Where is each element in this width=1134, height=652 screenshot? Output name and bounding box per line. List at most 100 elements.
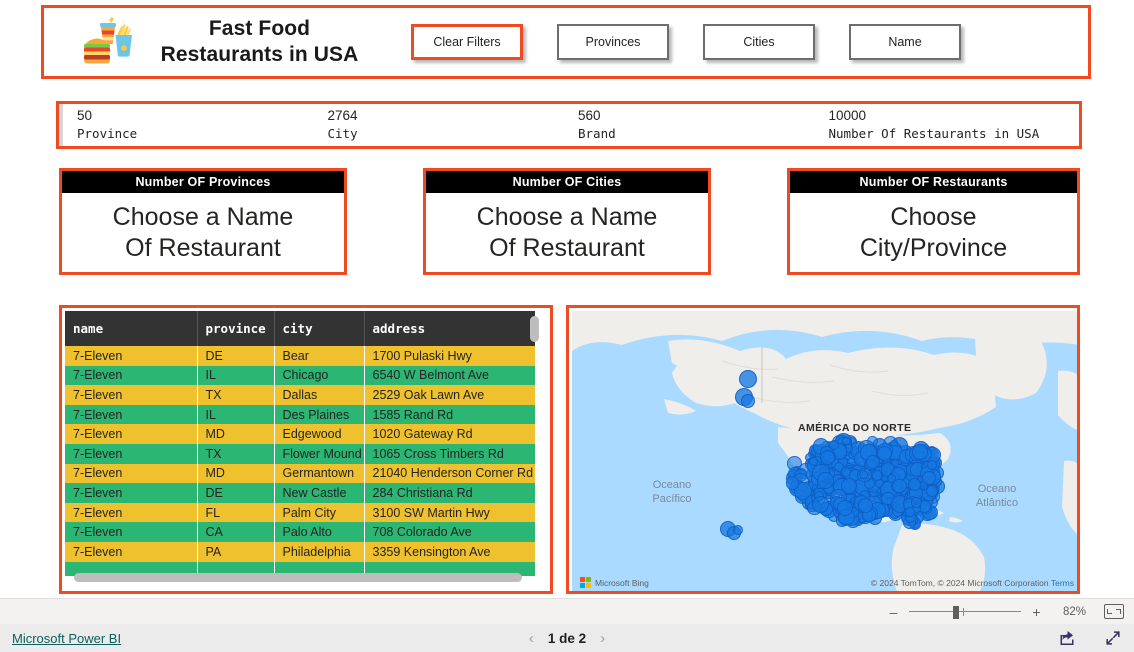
- column-header-address[interactable]: address: [364, 311, 535, 346]
- zoom-toolbar: – + 82%: [0, 598, 1134, 624]
- column-header-province[interactable]: province: [197, 311, 275, 346]
- table-cell-province: CA: [197, 522, 275, 542]
- table-cell-address: 284 Christiana Rd: [364, 483, 535, 503]
- restaurants-table: name province city address 7-Eleven DE Bea…: [65, 311, 535, 576]
- card-2-body: Choose a Name Of Restaurant: [426, 193, 708, 272]
- map-bubble[interactable]: [816, 472, 834, 489]
- map-bubble[interactable]: [811, 495, 830, 513]
- table-row[interactable]: 7-Eleven CA Palo Alto 708 Colorado Ave: [65, 522, 535, 542]
- card-1-body: Choose a Name Of Restaurant: [62, 193, 344, 272]
- ocean-atlantic-label: Oceano Atlântico: [954, 483, 1040, 511]
- table-header-row: name province city address: [65, 311, 535, 346]
- power-bi-report-viewer: Fast Food Restaurants in USA Clear Filte…: [0, 0, 1134, 652]
- map-bubble[interactable]: [741, 394, 755, 408]
- table-cell-name: 7-Eleven: [65, 424, 198, 444]
- table-horizontal-scroll-thumb[interactable]: [74, 573, 522, 582]
- table-vertical-scrollbar[interactable]: [530, 316, 539, 571]
- table-cell-city: Germantown: [274, 463, 365, 484]
- table-cell-name: 7-Eleven: [65, 404, 198, 425]
- table-vertical-scroll-thumb[interactable]: [530, 316, 539, 342]
- kpi-restaurants-label: Number Of Restaurants in USA: [828, 125, 1040, 141]
- map-bubble[interactable]: [819, 450, 835, 465]
- map-bubble[interactable]: [837, 499, 854, 516]
- card-number-of-provinces[interactable]: Number OF Provinces Choose a Name Of Res…: [59, 168, 347, 275]
- chevron-right-icon[interactable]: ›: [600, 630, 605, 647]
- chevron-left-icon[interactable]: ‹: [529, 630, 534, 647]
- table-row[interactable]: 7-Eleven DE New Castle 284 Christiana Rd: [65, 483, 535, 503]
- map-attribution: © 2024 TomTom, © 2024 Microsoft Corporat…: [871, 578, 1074, 588]
- table-row[interactable]: 7-Eleven TX Dallas 2529 Oak Lawn Ave: [65, 385, 535, 405]
- table-horizontal-scrollbar[interactable]: [74, 573, 522, 582]
- table-cell-name: 7-Eleven: [65, 522, 198, 542]
- name-button[interactable]: Name: [849, 24, 961, 60]
- card-number-of-cities[interactable]: Number OF Cities Choose a Name Of Restau…: [423, 168, 711, 275]
- provinces-button[interactable]: Provinces: [557, 24, 669, 60]
- bing-map[interactable]: Oceano Pacífico Oceano Atlântico AMÉRICA…: [572, 311, 1077, 591]
- table-cell-address: 1020 Gateway Rd: [364, 424, 535, 444]
- map-bubble[interactable]: [785, 475, 800, 490]
- zoom-slider[interactable]: [909, 605, 1021, 619]
- table-row[interactable]: 7-Eleven FL Palm City 3100 SW Martin Hwy: [65, 502, 535, 523]
- ocean-atlantic-line-2: Atlântico: [975, 496, 1019, 509]
- clear-filters-button[interactable]: Clear Filters: [411, 24, 523, 60]
- page-indicator-label: 1 de 2: [547, 630, 587, 646]
- table-cell-province: DE: [197, 483, 275, 503]
- card-number-of-restaurants[interactable]: Number OF Restaurants Choose City/Provin…: [787, 168, 1080, 275]
- table-row[interactable]: 7-Eleven DE Bear 1700 Pulaski Hwy: [65, 346, 535, 366]
- map-bubble[interactable]: [859, 469, 868, 479]
- kpi-city: 2764 City: [328, 107, 579, 142]
- column-header-name[interactable]: name: [65, 311, 198, 346]
- fullscreen-icon[interactable]: [1104, 629, 1122, 647]
- continent-label: AMÉRICA DO NORTE: [798, 422, 912, 434]
- restaurants-map-panel[interactable]: Oceano Pacífico Oceano Atlântico AMÉRICA…: [566, 305, 1080, 594]
- report-header: Fast Food Restaurants in USA Clear Filte…: [41, 5, 1091, 79]
- kpi-province-label: Province: [77, 125, 138, 141]
- table-row[interactable]: 7-Eleven IL Chicago 6540 W Belmont Ave: [65, 365, 535, 386]
- map-bubble[interactable]: [733, 525, 743, 535]
- fit-to-page-icon[interactable]: [1104, 604, 1124, 619]
- kpi-province-value: 50: [77, 108, 93, 124]
- table-row[interactable]: 7-Eleven PA Philadelphia 3359 Kensington Av…: [65, 541, 535, 562]
- table-cell-address: 1700 Pulaski Hwy: [364, 346, 535, 366]
- table-cell-name: 7-Eleven: [65, 502, 198, 523]
- table-row[interactable]: 7-Eleven IL Des Plaines 1585 Rand Rd: [65, 404, 535, 425]
- table-row[interactable]: 7-Eleven TX Flower Mound 1065 Cross Timbers…: [65, 443, 535, 464]
- table-row[interactable]: 7-Eleven MD Germantown 21040 Henderson Corn…: [65, 463, 535, 484]
- kpi-province: 50 Province: [77, 107, 328, 142]
- map-bubble[interactable]: [911, 497, 922, 508]
- zoom-percent-label: 82%: [1062, 605, 1086, 618]
- zoom-slider-thumb[interactable]: [953, 605, 959, 619]
- page-title-line-2: Restaurants in USA: [160, 43, 359, 66]
- restaurants-table-panel[interactable]: name province city address 7-Eleven DE Bea…: [59, 305, 553, 594]
- zoom-out-button[interactable]: –: [886, 604, 901, 620]
- ocean-pacific-label: Oceano Pacífico: [634, 479, 710, 507]
- microsoft-power-bi-link[interactable]: Microsoft Power BI: [12, 631, 121, 646]
- table-cell-address: 21040 Henderson Corner Rd: [364, 463, 535, 484]
- table-cell-province: IL: [197, 404, 275, 425]
- table-cell-province: FL: [197, 502, 275, 523]
- table-cell-province: MD: [197, 463, 275, 484]
- bing-logo-tiles: [580, 577, 591, 588]
- table-cell-city: Dallas: [274, 385, 365, 405]
- map-bubble[interactable]: [908, 478, 922, 491]
- table-cell-name: 7-Eleven: [65, 483, 198, 503]
- cities-button[interactable]: Cities: [703, 24, 815, 60]
- kpi-brand-label: Brand: [578, 125, 616, 141]
- card-1-body-line-1: Choose a Name: [112, 203, 294, 231]
- map-terms-link[interactable]: Terms: [1051, 578, 1074, 588]
- table-cell-city: Palo Alto: [274, 522, 365, 542]
- table-cell-province: DE: [197, 346, 275, 366]
- share-icon[interactable]: [1058, 629, 1076, 647]
- table-scroll-area[interactable]: name province city address 7-Eleven DE Bea…: [65, 311, 535, 576]
- kpi-strip: 50 Province 2764 City 560 Brand 10000 Nu…: [56, 101, 1082, 149]
- table-row[interactable]: 7-Eleven MD Edgewood 1020 Gateway Rd: [65, 424, 535, 444]
- map-bubble[interactable]: [912, 443, 928, 460]
- table-cell-province: TX: [197, 385, 275, 405]
- kpi-restaurants-value: 10000: [828, 108, 867, 124]
- zoom-in-button[interactable]: +: [1029, 604, 1044, 620]
- header-button-group: Clear Filters Provinces Cities Name: [411, 24, 961, 60]
- map-bubble[interactable]: [739, 370, 757, 388]
- kpi-brand: 560 Brand: [578, 107, 829, 142]
- table-cell-province: MD: [197, 424, 275, 444]
- column-header-city[interactable]: city: [274, 311, 365, 346]
